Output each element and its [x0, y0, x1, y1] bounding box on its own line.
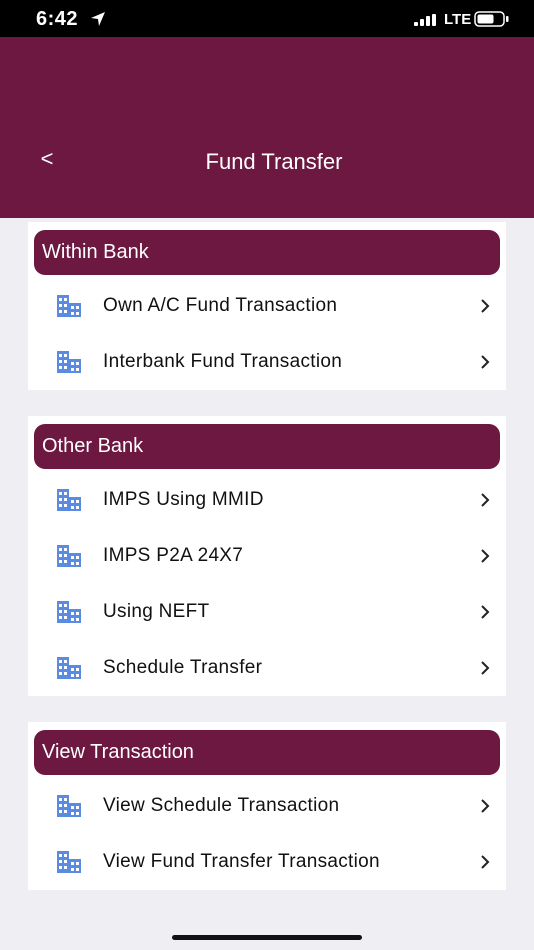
section-other-bank: Other Bank IMPS Using MMID IMPS P2A 24X7… — [28, 416, 506, 696]
building-icon — [57, 795, 81, 817]
list-item-label: View Fund Transfer Transaction — [103, 851, 380, 872]
list-item[interactable]: View Fund Transfer Transaction — [28, 834, 506, 890]
list-item[interactable]: Schedule Transfer — [28, 640, 506, 696]
list-item-label: View Schedule Transaction — [103, 795, 340, 816]
chevron-right-icon — [481, 493, 490, 507]
list-item[interactable]: Using NEFT — [28, 584, 506, 640]
section-header: View Transaction — [34, 730, 500, 775]
chevron-right-icon — [481, 299, 490, 313]
list-item[interactable]: IMPS Using MMID — [28, 472, 506, 528]
list-item[interactable]: Interbank Fund Transaction — [28, 334, 506, 390]
chevron-right-icon — [481, 605, 490, 619]
battery-icon — [474, 11, 509, 27]
list-item-label: IMPS P2A 24X7 — [103, 545, 244, 566]
list-item-label: Own A/C Fund Transaction — [103, 295, 338, 316]
building-icon — [57, 851, 81, 873]
chevron-right-icon — [481, 549, 490, 563]
building-icon — [57, 489, 81, 511]
chevron-right-icon — [481, 855, 490, 869]
chevron-right-icon — [481, 661, 490, 675]
list-item-label: IMPS Using MMID — [103, 489, 264, 510]
building-icon — [57, 545, 81, 567]
page-title: Fund Transfer — [205, 149, 343, 174]
section-header: Within Bank — [34, 230, 500, 275]
list-item-label: Schedule Transfer — [103, 657, 263, 678]
location-arrow-icon — [91, 12, 105, 26]
building-icon — [57, 601, 81, 623]
status-time: 6:42 — [36, 8, 79, 30]
building-icon — [57, 657, 81, 679]
network-type: LTE — [444, 11, 472, 28]
chevron-right-icon — [481, 355, 490, 369]
chevron-right-icon — [481, 799, 490, 813]
list-item[interactable]: IMPS P2A 24X7 — [28, 528, 506, 584]
building-icon — [57, 295, 81, 317]
building-icon — [57, 351, 81, 373]
status-bar: 6:42 LTE — [0, 0, 534, 37]
list-item[interactable]: View Schedule Transaction — [28, 778, 506, 834]
section-view-transaction: View Transaction View Schedule Transacti… — [28, 722, 506, 890]
cellular-signal-icon — [414, 14, 436, 26]
list-item-label: Using NEFT — [103, 601, 210, 622]
section-header: Other Bank — [34, 424, 500, 469]
list-item[interactable]: Own A/C Fund Transaction — [28, 278, 506, 334]
section-within-bank: Within Bank Own A/C Fund Transaction Int… — [28, 222, 506, 390]
list-item-label: Interbank Fund Transaction — [103, 351, 343, 372]
app-header: < Fund Transfer — [0, 37, 534, 218]
home-indicator[interactable] — [172, 935, 362, 940]
